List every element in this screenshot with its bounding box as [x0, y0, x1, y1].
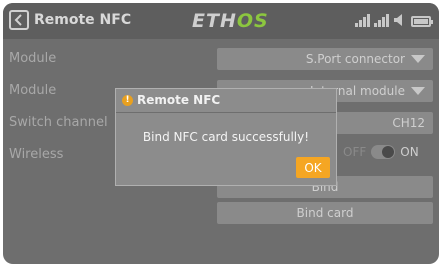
- toggle-off-label: OFF: [343, 145, 367, 159]
- row-label: Module: [9, 51, 57, 66]
- top-bar: Remote NFC ETHOS: [3, 3, 439, 39]
- chevron-down-icon: [411, 55, 425, 63]
- battery-icon: [411, 16, 433, 27]
- select-value: S.Port connector: [305, 52, 405, 66]
- back-button[interactable]: [9, 10, 29, 30]
- dialog-title: Remote NFC: [137, 93, 221, 107]
- brand-logo: ETHOS: [192, 10, 269, 32]
- app-screen: Remote NFC ETHOS Module S.Port connector…: [3, 3, 439, 264]
- row-label: Switch channel: [9, 115, 108, 130]
- warning-icon: !: [122, 95, 133, 106]
- bind-card-button-label: Bind card: [296, 206, 354, 220]
- wireless-toggle[interactable]: OFF ON: [343, 145, 419, 159]
- back-icon: [14, 14, 22, 26]
- brand-logo-right: OS: [236, 10, 269, 32]
- ok-button[interactable]: OK: [296, 157, 330, 178]
- speaker-icon: [394, 14, 402, 26]
- page-title: Remote NFC: [34, 12, 132, 28]
- module-type-select[interactable]: S.Port connector: [217, 48, 433, 70]
- brand-logo-left: ETH: [192, 10, 237, 32]
- signal-bars-icon: [374, 13, 389, 27]
- dialog-message: Bind NFC card successfully!: [142, 130, 310, 144]
- toggle-on-label: ON: [400, 145, 419, 159]
- status-icons: [355, 13, 433, 27]
- select-value: CH12: [392, 116, 425, 130]
- dialog-header: ! Remote NFC: [116, 89, 336, 113]
- chevron-down-icon: [411, 87, 425, 95]
- toggle-switch[interactable]: [371, 145, 396, 159]
- bind-card-button[interactable]: Bind card: [217, 202, 433, 224]
- signal-bars-icon: [355, 13, 370, 27]
- module-row: Module S.Port connector: [3, 48, 439, 70]
- row-label: Wireless: [9, 147, 64, 162]
- result-dialog: ! Remote NFC Bind NFC card successfully!…: [115, 88, 337, 186]
- row-label: Module: [9, 83, 57, 98]
